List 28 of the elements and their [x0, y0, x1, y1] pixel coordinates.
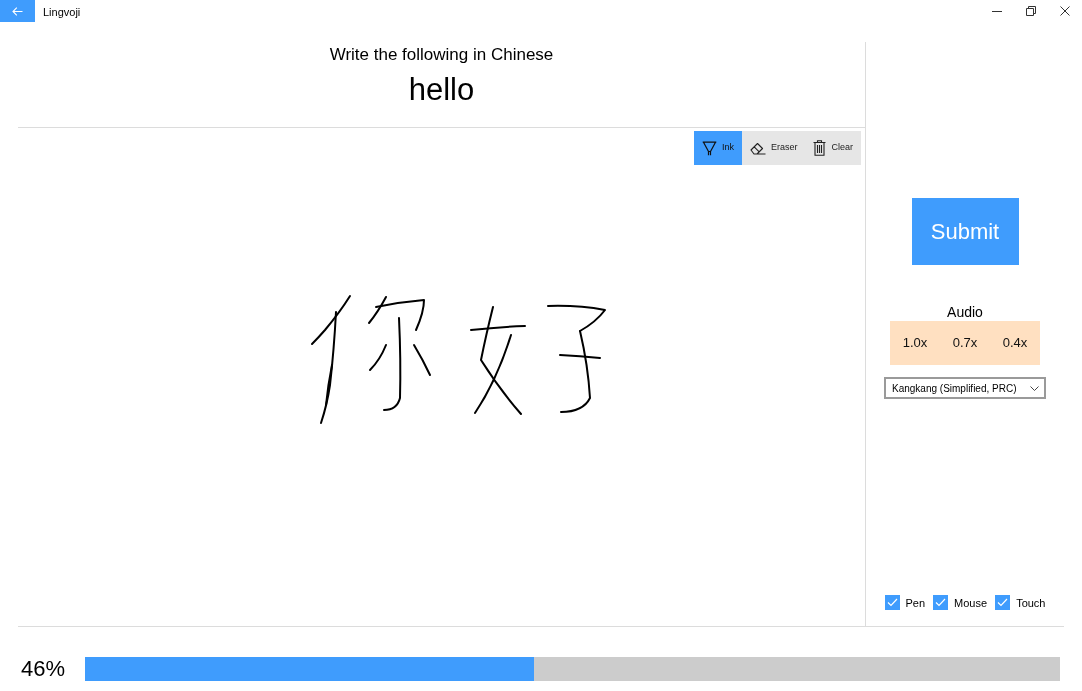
chevron-down-icon	[1030, 385, 1039, 391]
back-button[interactable]	[0, 0, 35, 22]
checkbox-checked-icon[interactable]	[933, 595, 949, 611]
back-arrow-icon	[12, 6, 23, 16]
speed-button[interactable]: 0.4x	[998, 333, 1032, 353]
speed-button[interactable]: 1.0x	[898, 333, 932, 353]
restore-icon	[1026, 6, 1036, 16]
instruction-text: Write the following in Chinese	[329, 44, 554, 66]
checkbox-checked-icon[interactable]	[995, 595, 1011, 611]
prompt-word: hello	[408, 71, 475, 109]
ink-tool-button[interactable]: Ink	[693, 131, 742, 165]
close-icon	[1060, 6, 1070, 16]
audio-label: Audio	[947, 303, 983, 321]
ink-canvas[interactable]: Ink Eraser Clear	[18, 128, 865, 626]
speed-button[interactable]: 0.7x	[948, 333, 982, 353]
checkbox-label[interactable]: Pen	[905, 594, 926, 611]
window-title: Lingvoji	[43, 5, 81, 19]
checkbox-label[interactable]: Mouse	[954, 594, 988, 611]
pen-nib-icon	[701, 140, 717, 156]
eraser-icon	[749, 141, 766, 155]
progress-percent: 46%	[21, 655, 67, 682]
voice-dropdown[interactable]: Kangkang (Simplified, PRC)	[884, 377, 1046, 399]
checkbox-checked-icon[interactable]	[884, 595, 900, 611]
ink-tool-button[interactable]: Eraser	[741, 131, 806, 165]
minimize-icon	[992, 10, 1002, 12]
trash-icon	[813, 140, 827, 156]
checkbox-label[interactable]: Touch	[1016, 594, 1046, 611]
ink-tool-button[interactable]: Clear	[805, 131, 861, 165]
